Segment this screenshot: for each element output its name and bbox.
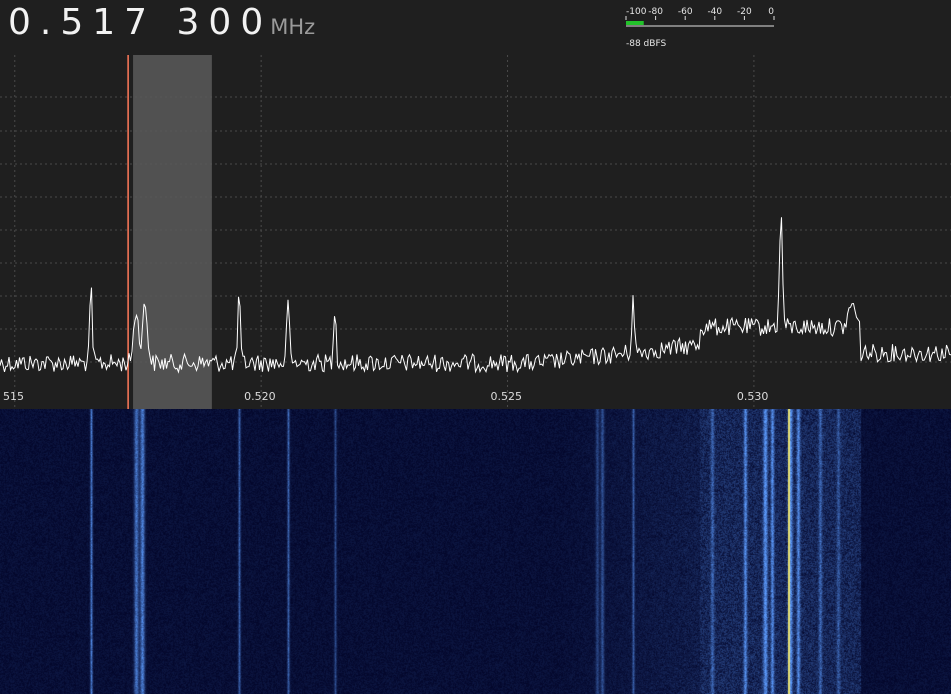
signal-meter-tick-label: -60 xyxy=(678,7,693,17)
frequency-digits[interactable]: 0.517 300 xyxy=(8,2,272,43)
frequency-axis-label: 0.530 xyxy=(737,390,769,403)
frequency-axis-label: 0.520 xyxy=(244,390,276,403)
signal-meter-tick-label: -20 xyxy=(737,7,752,17)
signal-meter-scale: -100 -80 -60 -40 -20 0 xyxy=(625,7,775,27)
signal-meter-tick-label: -80 xyxy=(648,7,663,17)
signal-meter-level-bar xyxy=(626,21,644,25)
frequency-unit: MHz xyxy=(270,15,316,39)
passband-filter-region[interactable] xyxy=(133,55,212,409)
frequency-axis-label: 515 xyxy=(3,390,24,403)
signal-meter-tick-label: -100 xyxy=(626,7,647,17)
waterfall-display[interactable] xyxy=(0,409,951,694)
signal-meter-tick-label: -40 xyxy=(707,7,722,17)
signal-meter-tick-label: 0 xyxy=(768,7,774,17)
signal-meter: -100 -80 -60 -40 -20 0 -88 dBFS xyxy=(618,4,778,50)
signal-meter-readout: -88 dBFS xyxy=(626,39,667,49)
frequency-axis-label: 0.525 xyxy=(491,390,523,403)
spectrum-plot[interactable]: 515 0.520 0.525 0.530 xyxy=(0,55,951,409)
frequency-display[interactable]: 0.517 300 MHz xyxy=(8,2,315,46)
